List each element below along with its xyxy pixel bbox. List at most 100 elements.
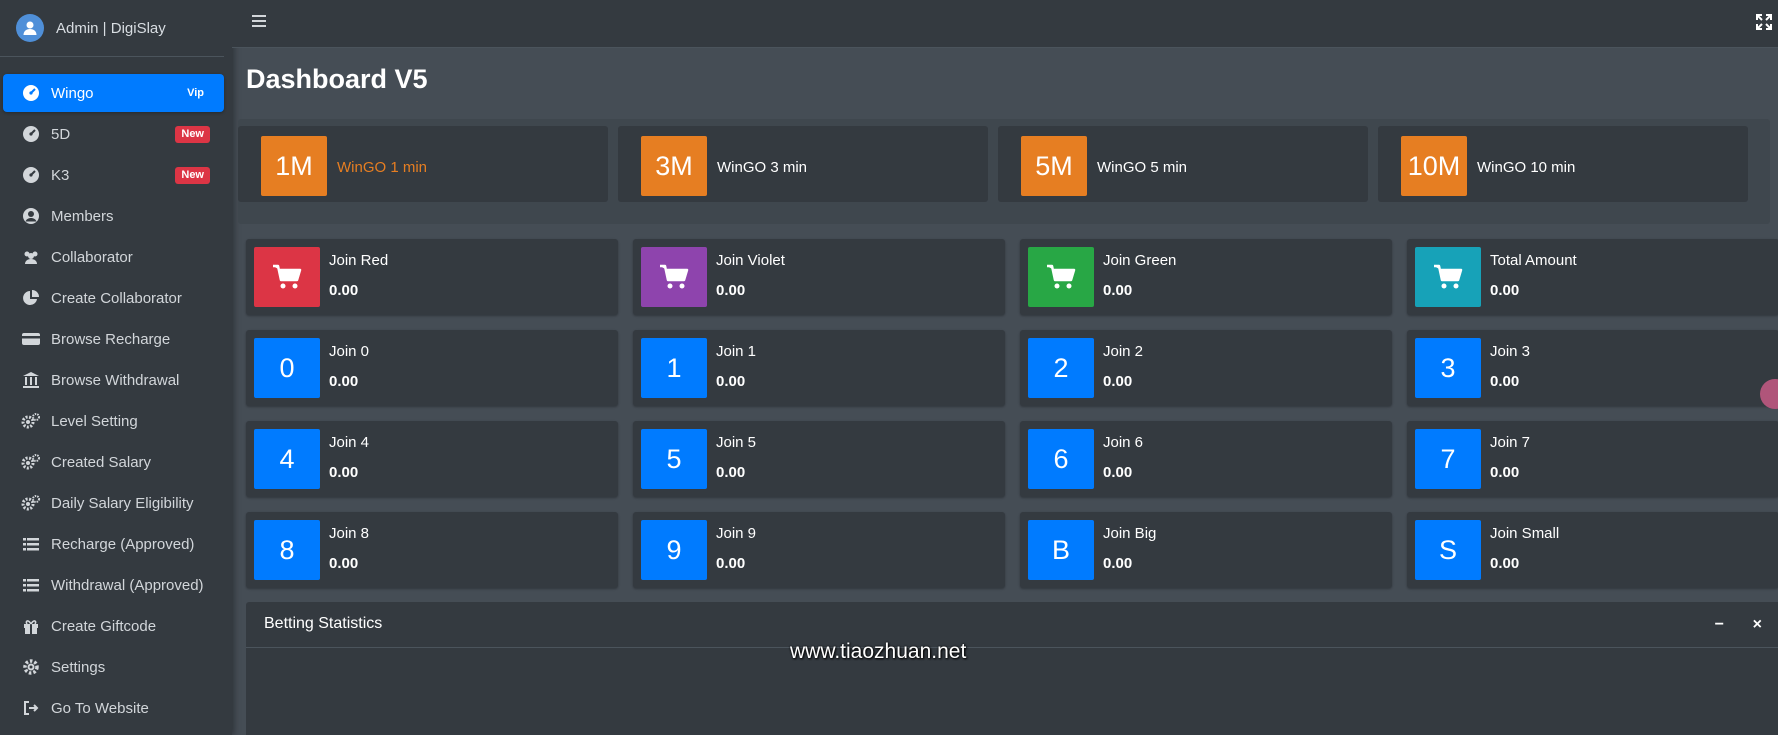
box-value: 0.00 <box>716 555 746 572</box>
join-4-box: 4 Join 4 0.00 <box>246 421 618 497</box>
sidebar-item-label: 5D <box>51 125 71 143</box>
join-2-box: 2 Join 2 0.00 <box>1020 330 1392 406</box>
number-symbol: 8 <box>254 520 320 580</box>
wingo-badge: 1M <box>261 136 327 196</box>
box-title: Join Green <box>1103 252 1177 269</box>
number-symbol: 7 <box>1415 429 1481 489</box>
sidebar-item-label: Create Giftcode <box>51 617 157 635</box>
gears-icon <box>21 452 41 472</box>
sidebar-item-wingo[interactable]: Wingo Vip <box>3 74 224 112</box>
sidebar-item-label: Browse Recharge <box>51 330 171 348</box>
box-value: 0.00 <box>1103 282 1133 299</box>
number-symbol: S <box>1415 520 1481 580</box>
box-value: 0.00 <box>1490 464 1520 481</box>
box-title: Join 0 <box>329 343 370 360</box>
watermark-text: www.tiaozhuan.net <box>790 640 967 663</box>
pie-chart-icon <box>21 288 41 308</box>
hamburger-icon[interactable] <box>252 14 270 30</box>
box-title: Join Small <box>1490 525 1560 542</box>
wingo-label: WinGO 10 min <box>1477 159 1576 176</box>
sidebar-item-create-collaborator[interactable]: Create Collaborator <box>3 279 224 317</box>
join-big-box: B Join Big 0.00 <box>1020 512 1392 588</box>
sidebar-item-label: Recharge (Approved) <box>51 535 195 553</box>
sidebar-item-go-to-website[interactable]: Go To Website <box>3 689 224 727</box>
wingo-1min-tab[interactable]: 1M WinGO 1 min <box>238 126 608 202</box>
sidebar-item-k3[interactable]: K3 New <box>3 156 224 194</box>
number-symbol: 6 <box>1028 429 1094 489</box>
wingo-label: WinGO 3 min <box>717 159 808 176</box>
box-title: Total Amount <box>1490 252 1577 269</box>
gears-icon <box>21 411 41 431</box>
box-value: 0.00 <box>1490 555 1520 572</box>
brand[interactable]: Admin | DigiSlay <box>0 0 224 57</box>
sidebar-item-browse-recharge[interactable]: Browse Recharge <box>3 320 224 358</box>
new-badge: New <box>175 126 210 143</box>
minimize-button[interactable]: − <box>1715 616 1724 634</box>
number-symbol: B <box>1028 520 1094 580</box>
box-value: 0.00 <box>716 464 746 481</box>
box-value: 0.00 <box>329 555 359 572</box>
sidebar-item-create-giftcode[interactable]: Create Giftcode <box>3 607 224 645</box>
box-title: Join 8 <box>329 525 370 542</box>
shopping-cart-icon <box>1415 247 1481 307</box>
sidebar-item-recharge-approved[interactable]: Recharge (Approved) <box>3 525 224 563</box>
betting-statistics-card: Betting Statistics − × <box>246 602 1778 735</box>
dashboard-gauge-icon <box>21 124 41 144</box>
wingo-label: WinGO 5 min <box>1097 159 1188 176</box>
sidebar-item-withdrawal-approved[interactable]: Withdrawal (Approved) <box>3 566 224 604</box>
box-title: Join 5 <box>716 434 757 451</box>
gears-icon <box>21 493 41 513</box>
sidebar-item-daily-salary-eligibility[interactable]: Daily Salary Eligibility <box>3 484 224 522</box>
join-6-box: 6 Join 6 0.00 <box>1020 421 1392 497</box>
sidebar-item-label: Browse Withdrawal <box>51 371 180 389</box>
card-title: Betting Statistics <box>264 615 383 632</box>
sidebar-item-settings[interactable]: Settings <box>3 648 224 686</box>
wingo-game-panel: 1M WinGO 1 min 3M WinGO 3 min 5M WinGO 5… <box>238 119 1770 224</box>
join-5-box: 5 Join 5 0.00 <box>633 421 1005 497</box>
box-value: 0.00 <box>716 282 746 299</box>
sidebar-item-created-salary[interactable]: Created Salary <box>3 443 224 481</box>
sidebar-item-label: Level Setting <box>51 412 138 430</box>
box-title: Join 2 <box>1103 343 1144 360</box>
wingo-badge: 5M <box>1021 136 1087 196</box>
sidebar-item-label: Settings <box>51 658 106 676</box>
box-title: Join 4 <box>329 434 370 451</box>
page-title: Dashboard V5 <box>246 64 428 94</box>
sidebar-item-level-setting[interactable]: Level Setting <box>3 402 224 440</box>
sidebar-item-members[interactable]: Members <box>3 197 224 235</box>
dashboard-gauge-icon <box>21 165 41 185</box>
number-symbol: 3 <box>1415 338 1481 398</box>
dashboard-gauge-icon <box>21 83 41 103</box>
wingo-badge: 3M <box>641 136 707 196</box>
user-circle-icon <box>21 206 41 226</box>
sidebar-item-collaborator[interactable]: Collaborator <box>3 238 224 276</box>
sidebar-item-label: K3 <box>51 166 70 184</box>
shopping-cart-icon <box>1028 247 1094 307</box>
box-value: 0.00 <box>329 464 359 481</box>
sidebar-item-5d[interactable]: 5D New <box>3 115 224 153</box>
box-title: Join 7 <box>1490 434 1531 451</box>
wingo-5min-tab[interactable]: 5M WinGO 5 min <box>998 126 1368 202</box>
list-icon <box>21 534 41 554</box>
users-icon <box>21 247 41 267</box>
box-value: 0.00 <box>1103 464 1133 481</box>
join-7-box: 7 Join 7 0.00 <box>1407 421 1778 497</box>
join-8-box: 8 Join 8 0.00 <box>246 512 618 588</box>
brand-name: Admin | DigiSlay <box>56 19 166 37</box>
sidebar-item-browse-withdrawal[interactable]: Browse Withdrawal <box>3 361 224 399</box>
shopping-cart-icon <box>641 247 707 307</box>
wingo-10min-tab[interactable]: 10M WinGO 10 min <box>1378 126 1748 202</box>
close-button[interactable]: × <box>1753 616 1762 634</box>
sidebar-item-label: Created Salary <box>51 453 152 471</box>
sidebar-item-label: Go To Website <box>51 699 149 717</box>
wingo-3min-tab[interactable]: 3M WinGO 3 min <box>618 126 988 202</box>
sidebar-item-label: Withdrawal (Approved) <box>51 576 204 594</box>
box-value: 0.00 <box>1490 282 1520 299</box>
box-title: Join 9 <box>716 525 757 542</box>
box-title: Join 3 <box>1490 343 1531 360</box>
expand-icon[interactable] <box>1756 14 1772 30</box>
join-0-box: 0 Join 0 0.00 <box>246 330 618 406</box>
number-symbol: 9 <box>641 520 707 580</box>
join-9-box: 9 Join 9 0.00 <box>633 512 1005 588</box>
number-symbol: 1 <box>641 338 707 398</box>
